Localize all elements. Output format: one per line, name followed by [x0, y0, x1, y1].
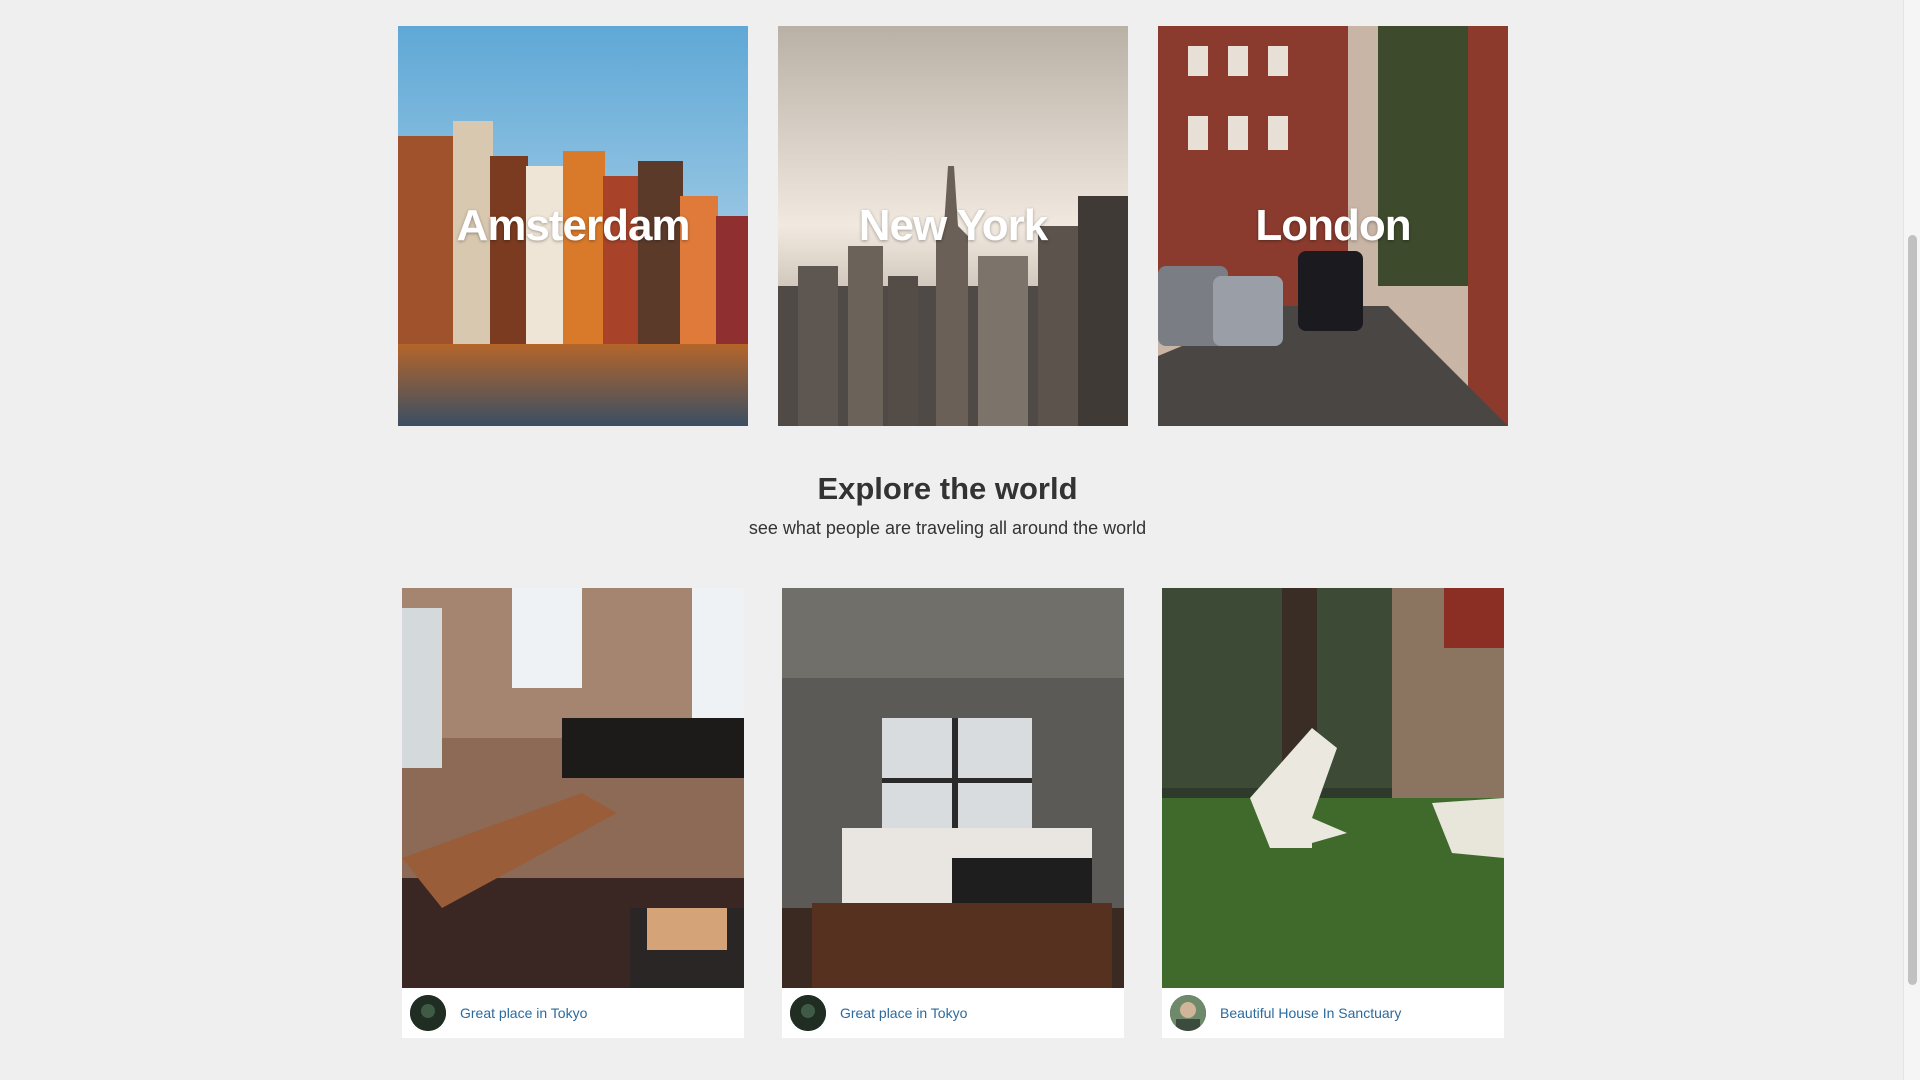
city-card-london[interactable]: London — [1158, 26, 1508, 426]
city-card-new-york[interactable]: New York — [778, 26, 1128, 426]
user-avatar-icon[interactable] — [1170, 995, 1206, 1031]
city-card-amsterdam[interactable]: Amsterdam — [398, 26, 748, 426]
listing-card[interactable]: Great place in Tokyo — [402, 588, 744, 1038]
listing-footer: Great place in Tokyo — [402, 988, 744, 1038]
listing-photo[interactable] — [1162, 588, 1504, 988]
listing-photo[interactable] — [402, 588, 744, 988]
explore-title: Explore the world — [817, 471, 1078, 506]
listing-footer: Great place in Tokyo — [782, 988, 1124, 1038]
user-avatar-icon[interactable] — [790, 995, 826, 1031]
listing-card[interactable]: Beautiful House In Sanctuary — [1162, 588, 1504, 1038]
listing-card[interactable]: Great place in Tokyo — [782, 588, 1124, 1038]
explore-subtitle: see what people are traveling all around… — [748, 518, 1147, 538]
listing-photo[interactable] — [782, 588, 1124, 988]
city-name-amsterdam: Amsterdam — [456, 201, 690, 250]
listing-title-link[interactable]: Great place in Tokyo — [460, 1005, 587, 1021]
listing-title-link[interactable]: Great place in Tokyo — [840, 1005, 967, 1021]
city-name-london: London — [1255, 201, 1411, 250]
user-avatar-icon[interactable] — [410, 995, 446, 1031]
listing-footer: Beautiful House In Sanctuary — [1162, 988, 1504, 1038]
city-name-new-york: New York — [858, 201, 1048, 250]
scrollbar-thumb[interactable] — [1908, 235, 1917, 985]
vertical-scrollbar[interactable] — [1903, 0, 1920, 1080]
listing-title-link[interactable]: Beautiful House In Sanctuary — [1220, 1005, 1401, 1021]
